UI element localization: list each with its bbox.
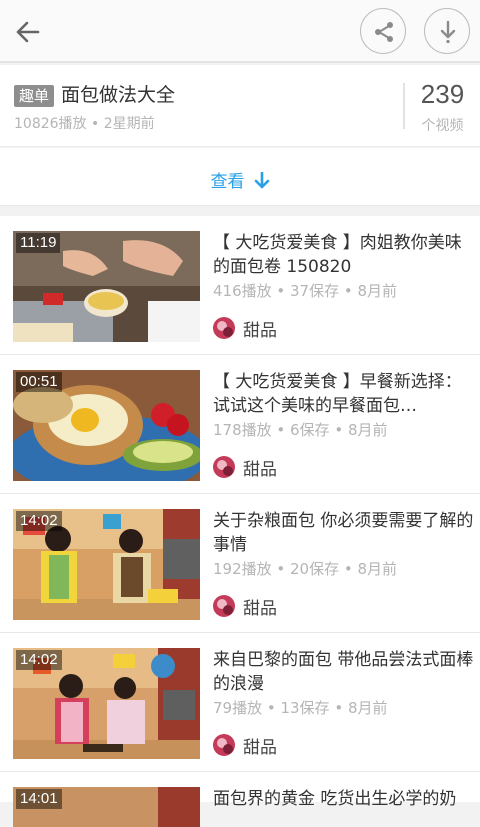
channel-name[interactable]: 甜品 — [243, 733, 277, 758]
share-button[interactable] — [360, 8, 406, 54]
video-duration: 14:01 — [16, 789, 62, 809]
video-meta: 79播放 • 13保存 • 8月前 — [213, 699, 388, 717]
arrow-left-icon — [16, 21, 40, 43]
video-thumbnail[interactable]: 11:19 — [13, 231, 200, 342]
channel-avatar[interactable] — [213, 595, 235, 617]
video-title[interactable]: 关于杂粮面包 你必须要需要了解的事情 — [213, 509, 475, 557]
back-button[interactable] — [10, 14, 46, 50]
video-meta: 178播放 • 6保存 • 8月前 — [213, 421, 388, 439]
video-item[interactable]: 00:51 【 大吃货爱美食 】早餐新选择：试试这个美味的早餐面包… 178播放… — [0, 355, 480, 494]
playlist-tag: 趣单 — [14, 85, 55, 107]
download-button[interactable] — [424, 8, 470, 54]
download-icon — [440, 20, 456, 44]
video-duration: 11:19 — [16, 233, 61, 253]
video-count-label: 个视频 — [421, 118, 464, 134]
video-title[interactable]: 面包界的黄金 吃货出生必学的奶 — [213, 787, 475, 811]
video-title[interactable]: 【 大吃货爱美食 】早餐新选择：试试这个美味的早餐面包… — [213, 370, 475, 418]
video-item[interactable]: 14:02 来自巴黎的面包 带他品尝法式面棒的浪漫 79播放 • 13保存 • … — [0, 633, 480, 772]
top-bar — [0, 0, 480, 63]
video-thumbnail[interactable]: 00:51 — [13, 370, 200, 481]
video-thumbnail[interactable]: 14:01 — [13, 787, 200, 827]
share-icon — [375, 22, 393, 42]
playlist-info: 趣单 面包做法大全 10826播放 • 2星期前 239 个视频 — [0, 65, 480, 147]
video-item[interactable]: 14:01 面包界的黄金 吃货出生必学的奶 — [0, 772, 480, 827]
video-list: 11:19 【 大吃货爱美食 】肉姐教你美味的面包卷 150820 416播放 … — [0, 216, 480, 827]
video-duration: 00:51 — [16, 372, 62, 392]
video-title[interactable]: 来自巴黎的面包 带他品尝法式面棒的浪漫 — [213, 648, 475, 696]
video-item[interactable]: 11:19 【 大吃货爱美食 】肉姐教你美味的面包卷 150820 416播放 … — [0, 216, 480, 355]
view-more-button[interactable]: 查看 — [0, 148, 480, 206]
video-item[interactable]: 14:02 关于杂粮面包 你必须要需要了解的事情 192播放 • 20保存 • … — [0, 494, 480, 633]
channel-avatar[interactable] — [213, 734, 235, 756]
channel-name[interactable]: 甜品 — [243, 594, 277, 619]
channel-name[interactable]: 甜品 — [243, 455, 277, 480]
arrow-down-icon — [254, 171, 269, 188]
channel-avatar[interactable] — [213, 456, 235, 478]
video-title[interactable]: 【 大吃货爱美食 】肉姐教你美味的面包卷 150820 — [213, 231, 475, 279]
playlist-meta: 10826播放 • 2星期前 — [14, 116, 155, 132]
video-meta: 192播放 • 20保存 • 8月前 — [213, 560, 398, 578]
view-more-label: 查看 — [210, 172, 245, 192]
channel-avatar[interactable] — [213, 317, 235, 339]
video-count: 239 — [420, 79, 465, 109]
video-duration: 14:02 — [16, 650, 62, 670]
video-meta: 416播放 • 37保存 • 8月前 — [213, 282, 398, 300]
video-thumbnail[interactable]: 14:02 — [13, 648, 200, 759]
playlist-title: 面包做法大全 — [61, 84, 176, 106]
video-thumbnail[interactable]: 14:02 — [13, 509, 200, 620]
channel-name[interactable]: 甜品 — [243, 316, 277, 341]
video-duration: 14:02 — [16, 511, 62, 531]
